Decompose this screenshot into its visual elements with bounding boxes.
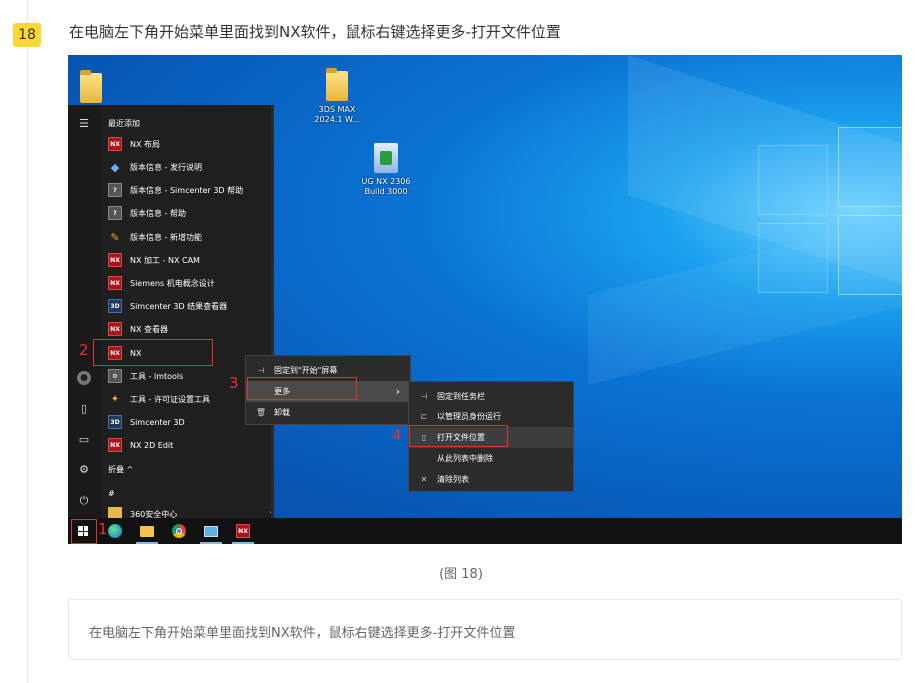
note-box: 在电脑左下角开始菜单里面找到NX软件，鼠标右键选择更多-打开文件位置 <box>68 599 902 660</box>
key-icon: ✦ <box>110 393 120 405</box>
start-item-simcenter-viewer[interactable]: 3D Simcenter 3D 结果查看器 <box>108 296 227 316</box>
menu-item-pin-taskbar[interactable]: ⊣ 固定到任务栏 <box>409 386 573 407</box>
help-book-icon: ? <box>108 183 122 197</box>
window-logo-pane <box>838 215 902 295</box>
nx-app-icon: NX <box>108 276 122 290</box>
taskbar: NX 1 <box>68 518 902 544</box>
window-logo-pane <box>838 127 902 207</box>
pin-icon: ⊣ <box>257 366 265 375</box>
window-logo-pane <box>758 145 828 215</box>
start-item-license-tool[interactable]: ✦ 工具 - 许可证设置工具 <box>108 389 210 409</box>
user-avatar-icon[interactable]: ● <box>77 371 91 385</box>
desktop-icon-ugnx[interactable]: UG NX 2306 Build 3000 <box>354 143 418 197</box>
admin-shield-icon: ⊏ <box>420 412 428 421</box>
simcenter-3d-icon: 3D <box>108 415 122 429</box>
marker-3: 3 <box>229 374 239 392</box>
menu-item-uninstall[interactable]: 🗑 卸载 <box>246 402 410 423</box>
step-number-badge: 18 <box>13 23 41 47</box>
chevron-right-icon: › <box>395 385 400 398</box>
highlight-box-start <box>71 519 97 544</box>
recently-added-header: 最近添加 <box>108 119 140 128</box>
marker-1: 1 <box>98 520 108 538</box>
power-icon[interactable]: ⏻ <box>77 494 91 508</box>
start-item-release-notes[interactable]: ◆ 版本信息 - 发行说明 <box>108 157 202 177</box>
start-menu-rail: ☰ ● ▯ ▭ ⚙ ⏻ <box>68 105 102 518</box>
release-notes-icon: ◆ <box>110 160 120 174</box>
nx-app-icon: NX <box>108 137 122 151</box>
desktop-icon-label: 3DS MAX <box>318 105 356 114</box>
folder-icon[interactable] <box>80 70 102 103</box>
window-logo-pane <box>758 223 828 293</box>
settings-gear-icon[interactable]: ⚙ <box>77 463 91 477</box>
marker-2: 2 <box>79 341 89 359</box>
note-text: 在电脑左下角开始菜单里面找到NX软件，鼠标右键选择更多-打开文件位置 <box>89 626 516 641</box>
screenshot-image: 3DS MAX 2024.1 W... UG NX 2306 Build 300… <box>68 55 902 544</box>
edge-browser-icon[interactable] <box>106 522 124 540</box>
start-item-nx-layout[interactable]: NX NX 布局 <box>108 134 160 154</box>
close-icon: ✕ <box>420 475 428 484</box>
figure-caption: (图 18) <box>439 567 483 582</box>
start-item-nx-viewer[interactable]: NX NX 查看器 <box>108 319 168 339</box>
start-item-nx-2d-edit[interactable]: NX NX 2D Edit <box>108 435 173 455</box>
start-item-lmtools[interactable]: ⚙ 工具 - lmtools <box>108 366 183 386</box>
highlight-box-more <box>247 377 357 400</box>
desktop-icon-3dsmax[interactable]: 3DS MAX 2024.1 W... <box>305 68 369 125</box>
simcenter-3d-icon: 3D <box>108 299 122 313</box>
nx-installer-icon <box>374 143 398 173</box>
start-item-mcd[interactable]: NX Siemens 机电概念设计 <box>108 273 215 293</box>
start-menu: ☰ ● ▯ ▭ ⚙ ⏻ 最近添加 NX NX 布局 ◆ 版本信息 - 发行说明 ? 版… <box>68 105 274 521</box>
folder-icon <box>326 68 348 101</box>
scrollbar[interactable] <box>271 105 274 518</box>
control-panel-icon[interactable] <box>202 522 220 540</box>
section-header-hash: # <box>108 489 115 498</box>
start-item-whats-new[interactable]: ✎ 版本信息 - 新增功能 <box>108 227 202 247</box>
nx-app-icon: NX <box>108 438 122 452</box>
start-item-nx-cam[interactable]: NX NX 加工 - NX CAM <box>108 250 200 270</box>
start-item-help[interactable]: ? 版本信息 - 帮助 <box>108 203 186 223</box>
menu-item-run-as-admin[interactable]: ⊏ 以管理员身份运行 <box>409 406 573 427</box>
menu-item-remove-from-list[interactable]: 从此列表中删除 <box>409 448 573 469</box>
marker-4: 4 <box>392 426 402 444</box>
chrome-icon[interactable] <box>170 522 188 540</box>
pin-icon: ⊣ <box>420 392 428 401</box>
highlight-box-open-location <box>409 425 508 447</box>
pictures-icon[interactable]: ▭ <box>77 433 91 447</box>
desktop-icon-label: UG NX 2306 <box>361 177 411 186</box>
help-book-icon: ? <box>108 206 122 220</box>
highlight-box-nx <box>93 339 213 366</box>
nx-app-icon: NX <box>108 253 122 267</box>
step-heading: 在电脑左下角开始菜单里面找到NX软件，鼠标右键选择更多-打开文件位置 <box>69 23 561 41</box>
desktop-icon-label: 2024.1 W... <box>314 115 360 124</box>
start-item-simcenter-3d[interactable]: 3D Simcenter 3D <box>108 412 185 432</box>
file-explorer-icon[interactable] <box>138 522 156 540</box>
lmtools-icon: ⚙ <box>108 369 122 383</box>
document-icon[interactable]: ▯ <box>77 402 91 416</box>
hamburger-icon[interactable]: ☰ <box>77 117 91 131</box>
menu-item-clear-list[interactable]: ✕ 清除列表 <box>409 469 573 490</box>
nx-taskbar-icon[interactable]: NX <box>234 522 252 540</box>
collapse-toggle[interactable]: 折叠 ^ <box>108 464 133 475</box>
desktop-icon-label: Build 3000 <box>364 187 408 196</box>
whats-new-icon: ✎ <box>110 230 120 244</box>
nx-app-icon: NX <box>108 322 122 336</box>
start-item-simcenter-help[interactable]: ? 版本信息 - Simcenter 3D 帮助 <box>108 180 243 200</box>
trash-icon: 🗑 <box>255 408 267 417</box>
